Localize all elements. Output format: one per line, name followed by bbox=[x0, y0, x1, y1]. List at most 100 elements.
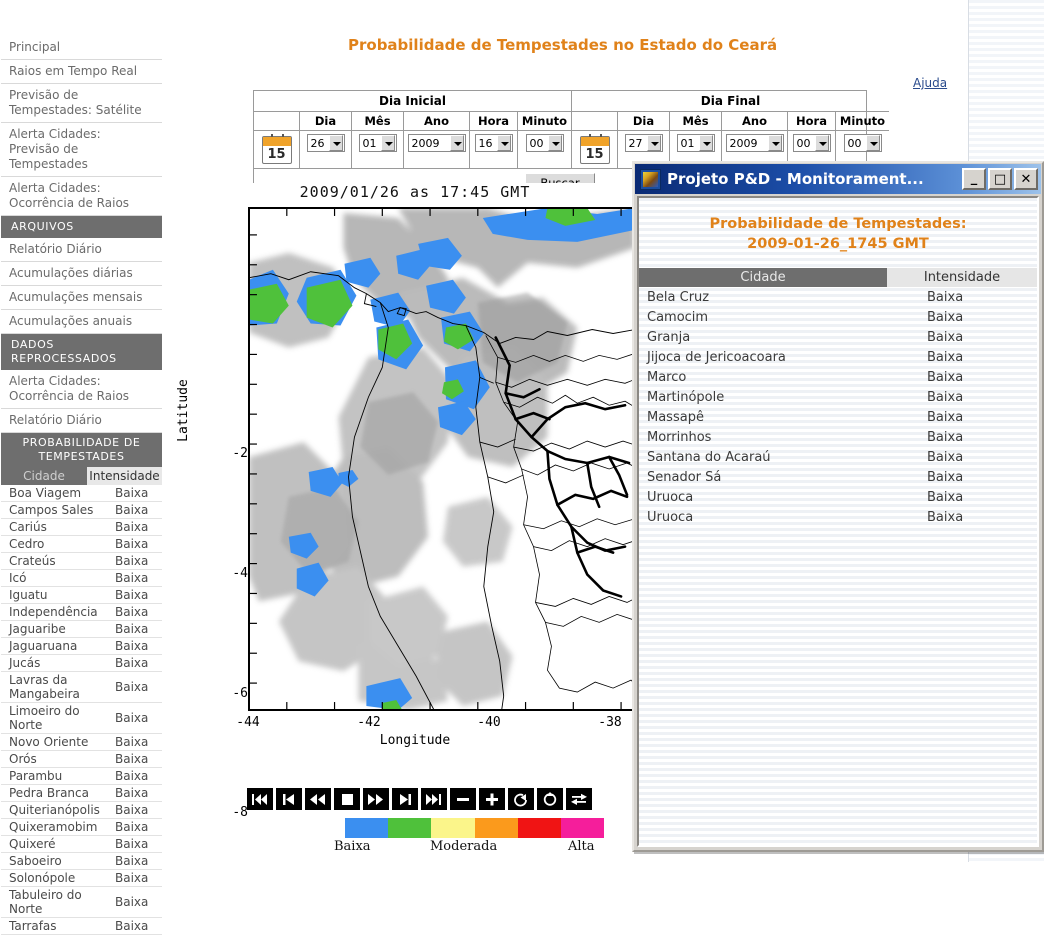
start-select-ano[interactable]: 2009 bbox=[407, 134, 466, 152]
chevron-down-icon bbox=[865, 135, 880, 151]
start-select-mes[interactable]: 01 bbox=[358, 134, 397, 152]
sidebar-item-alerta-previsao[interactable]: Alerta Cidades: Previsão de Tempestades bbox=[1, 123, 162, 177]
chevron-down-icon bbox=[767, 135, 782, 151]
end-select-dia[interactable]: 27 bbox=[624, 134, 663, 152]
end-select-dia-value: 27 bbox=[628, 136, 643, 150]
colorbar-label-moderada: Moderada bbox=[430, 839, 498, 854]
popup-window: Projeto P&D - Monitorament... _ □ ✕ Prob… bbox=[632, 161, 1044, 852]
sidebar-section-arquivos: ARQUIVOS bbox=[1, 216, 162, 238]
chevron-down-icon bbox=[496, 135, 511, 151]
loop-icon bbox=[542, 791, 558, 807]
sidebar-city-name: Tarrafas bbox=[9, 919, 57, 933]
forward-button[interactable] bbox=[363, 788, 389, 810]
loop-button[interactable] bbox=[537, 788, 563, 810]
sidebar-item-alerta-ocorrencia[interactable]: Alerta Cidades: Ocorrência de Raios bbox=[1, 177, 162, 216]
sidebar-city-name: Solonópole bbox=[9, 871, 76, 885]
sidebar-item-raios-tempo-real[interactable]: Raios em Tempo Real bbox=[1, 60, 162, 84]
end-select-mes[interactable]: 01 bbox=[676, 134, 715, 152]
start-select-minuto[interactable]: 00 bbox=[525, 134, 564, 152]
sidebar-city-row: Parambu Baixa bbox=[1, 768, 162, 785]
popup-city-name: Camocim bbox=[647, 309, 709, 325]
chevron-down-icon bbox=[380, 135, 395, 151]
sidebar-city-row: Boa Viagem Baixa bbox=[1, 485, 162, 502]
popup-city-row: Granja Baixa bbox=[639, 327, 1037, 347]
sidebar-city-row: Novo Oriente Baixa bbox=[1, 734, 162, 751]
swap-icon bbox=[571, 793, 587, 806]
maximize-button[interactable]: □ bbox=[988, 168, 1012, 190]
sidebar-city-row: Lavras da Mangabeira Baixa bbox=[1, 672, 162, 703]
start-calendar-button[interactable]: 15 bbox=[254, 131, 300, 168]
sidebar-city-row: Solonópole Baixa bbox=[1, 870, 162, 887]
sidebar-city-intensity: Baixa bbox=[115, 537, 149, 551]
popup-city-intensity: Baixa bbox=[927, 389, 964, 405]
sidebar-city-row: Cariús Baixa bbox=[1, 519, 162, 536]
chevron-down-icon bbox=[328, 135, 343, 151]
popup-col-cidade: Cidade bbox=[639, 268, 887, 287]
sidebar-city-row: Iguatu Baixa bbox=[1, 587, 162, 604]
help-link[interactable]: Ajuda bbox=[913, 76, 947, 90]
sidebar-city-intensity: Baixa bbox=[115, 735, 149, 749]
sidebar: Principal Raios em Tempo Real Previsão d… bbox=[0, 36, 162, 935]
sidebar-city-intensity: Baixa bbox=[115, 803, 149, 817]
stop-button[interactable] bbox=[334, 788, 360, 810]
popup-window-title: Projeto P&D - Monitorament... bbox=[667, 170, 924, 188]
sidebar-city-intensity: Baixa bbox=[115, 656, 149, 670]
step-back-to-start-button[interactable] bbox=[276, 788, 302, 810]
start-label-ano: Ano bbox=[404, 112, 470, 130]
popup-city-name: Bela Cruz bbox=[647, 289, 710, 305]
minimize-button[interactable]: _ bbox=[962, 168, 986, 190]
sidebar-item-reproc-relatorio-diario[interactable]: Relatório Diário bbox=[1, 409, 162, 433]
end-label-mes: Mês bbox=[670, 112, 722, 130]
chevron-down-icon bbox=[698, 135, 713, 151]
skip-to-end-button[interactable] bbox=[421, 788, 447, 810]
swap-button[interactable] bbox=[566, 788, 592, 810]
popup-city-row: Marco Baixa bbox=[639, 367, 1037, 387]
sidebar-city-intensity: Baixa bbox=[115, 520, 149, 534]
sidebar-item-principal[interactable]: Principal bbox=[1, 36, 162, 60]
popup-titlebar[interactable]: Projeto P&D - Monitorament... _ □ ✕ bbox=[635, 164, 1041, 194]
sidebar-city-row: Jaguaribe Baixa bbox=[1, 621, 162, 638]
end-calendar-button[interactable]: 15 bbox=[572, 131, 618, 168]
sidebar-item-reproc-alerta-ocorrencia[interactable]: Alerta Cidades: Ocorrência de Raios bbox=[1, 370, 162, 409]
page-bottom-strip bbox=[632, 853, 968, 862]
popup-city-row: Senador Sá Baixa bbox=[639, 467, 1037, 487]
slower-button[interactable] bbox=[450, 788, 476, 810]
popup-city-name: Senador Sá bbox=[647, 469, 722, 485]
end-select-hora[interactable]: 00 bbox=[792, 134, 831, 152]
start-select-dia-value: 26 bbox=[310, 136, 325, 150]
sidebar-city-name: Saboeiro bbox=[9, 854, 62, 868]
sidebar-item-relatorio-diario[interactable]: Relatório Diário bbox=[1, 238, 162, 262]
start-select-minuto-cell: 00 bbox=[518, 131, 571, 168]
popup-city-intensity: Baixa bbox=[927, 409, 964, 425]
sidebar-item-acumulacoes-anuais[interactable]: Acumulações anuais bbox=[1, 310, 162, 334]
faster-button[interactable] bbox=[479, 788, 505, 810]
next-bar-button[interactable] bbox=[392, 788, 418, 810]
stop-icon bbox=[341, 793, 353, 805]
end-calendar-label-spacer bbox=[572, 112, 618, 130]
sidebar-city-intensity: Baixa bbox=[115, 486, 149, 500]
rewind-icon bbox=[310, 793, 326, 805]
map-plot-area[interactable] bbox=[248, 207, 636, 711]
end-select-ano[interactable]: 2009 bbox=[725, 134, 784, 152]
end-select-mes-value: 01 bbox=[680, 136, 695, 150]
rewind-button[interactable] bbox=[305, 788, 331, 810]
start-select-dia-cell: 26 bbox=[300, 131, 352, 168]
popup-heading: Probabilidade de Tempestades: 2009-01-26… bbox=[639, 198, 1037, 268]
close-button[interactable]: ✕ bbox=[1014, 168, 1038, 190]
start-select-hora[interactable]: 16 bbox=[474, 134, 513, 152]
minimize-icon: _ bbox=[970, 171, 978, 186]
popup-city-intensity: Baixa bbox=[927, 309, 964, 325]
app-icon bbox=[640, 168, 661, 190]
sidebar-item-acumulacoes-diarias[interactable]: Acumulações diárias bbox=[1, 262, 162, 286]
loop-once-button[interactable] bbox=[508, 788, 534, 810]
skip-to-start-button[interactable] bbox=[247, 788, 273, 810]
popup-city-intensity: Baixa bbox=[927, 329, 964, 345]
sidebar-item-acumulacoes-mensais[interactable]: Acumulações mensais bbox=[1, 286, 162, 310]
colorbar-segment-5 bbox=[560, 818, 605, 838]
end-select-minuto[interactable]: 00 bbox=[843, 134, 882, 152]
sidebar-city-name: Crateús bbox=[9, 554, 56, 568]
y-tick-1: -4 bbox=[232, 566, 248, 581]
start-select-dia[interactable]: 26 bbox=[306, 134, 345, 152]
sidebar-city-name: Iguatu bbox=[9, 588, 48, 602]
sidebar-item-previsao-satelite[interactable]: Previsão de Tempestades: Satélite bbox=[1, 84, 162, 123]
